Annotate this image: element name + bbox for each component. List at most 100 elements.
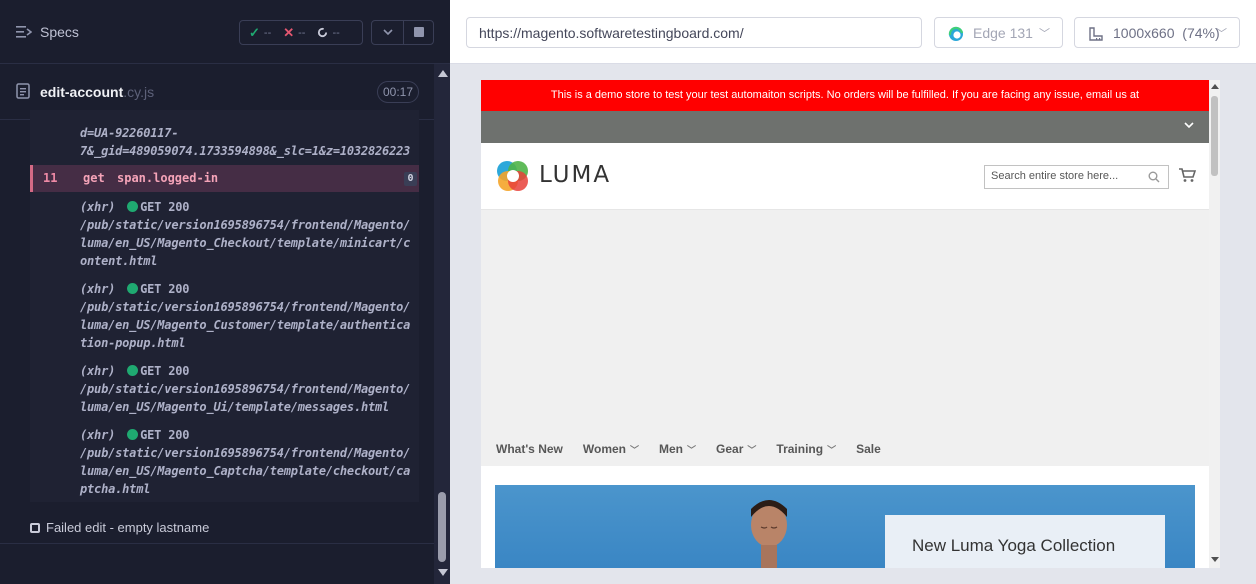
scroll-thumb[interactable]: [438, 492, 446, 562]
xhr-url-line: luma/en_US/Magento_Captcha/template/chec…: [80, 464, 411, 478]
promo-card: New Luma Yoga Collection: [885, 515, 1165, 568]
test-item-failed-edit[interactable]: Failed edit - empty lastname: [30, 520, 209, 535]
aut-panel: https://magento.softwaretestingboard.com…: [450, 0, 1256, 584]
scroll-up-icon[interactable]: [1211, 84, 1219, 89]
pending-count: --: [332, 26, 340, 39]
scroll-down-icon[interactable]: [438, 569, 448, 576]
run-controls: [371, 20, 434, 45]
aut-header: https://magento.softwaretestingboard.com…: [450, 0, 1256, 64]
xhr-entry[interactable]: (xhr) GET 200: [80, 364, 190, 378]
command-number: 11: [43, 171, 58, 185]
chevron-down-icon[interactable]: [1183, 119, 1195, 131]
model-photo: [751, 500, 787, 568]
file-icon: [16, 83, 30, 99]
chevron-down-icon: ﹀: [687, 445, 697, 455]
xhr-tag: (xhr): [80, 364, 116, 378]
check-icon: ✓: [249, 24, 260, 40]
status-dot-icon: [127, 283, 139, 294]
xhr-url-line: luma/en_US/Magento_Customer/template/aut…: [80, 318, 411, 332]
xhr-url-line: /pub/static/version1695896754/frontend/M…: [80, 218, 411, 232]
xhr-url-line: luma/en_US/Magento_Checkout/template/min…: [80, 236, 411, 250]
demo-notice-banner: This is a demo store to test your test a…: [481, 80, 1209, 132]
ruler-icon: [1089, 27, 1103, 41]
divider: [403, 21, 404, 44]
test-stats: ✓ -- ✕ -- --: [239, 20, 363, 45]
xhr-method: GET 200: [140, 364, 190, 378]
xhr-url-line: tion-popup.html: [80, 336, 186, 350]
xhr-tag: (xhr): [80, 282, 116, 296]
xhr-url-line: /pub/static/version1695896754/frontend/M…: [80, 382, 411, 396]
xhr-entry[interactable]: (xhr) GET 200: [80, 200, 190, 214]
passed-stat: ✓ --: [249, 25, 271, 41]
pending-icon: [318, 27, 328, 38]
runner-panel: Specs ✓ -- ✕ -- -- edit-account.cy.js 00…: [0, 0, 450, 584]
xhr-method: GET 200: [140, 428, 190, 442]
scroll-down-icon[interactable]: [1211, 557, 1219, 562]
xhr-tag: (xhr): [80, 428, 116, 442]
panel-header-bar: [481, 111, 1209, 143]
status-dot-icon: [127, 201, 139, 212]
store-search-input[interactable]: Search entire store here...: [984, 165, 1169, 189]
search-icon[interactable]: [1148, 171, 1160, 183]
cart-icon[interactable]: [1178, 167, 1196, 183]
browser-selector[interactable]: Edge 131 ﹀: [934, 17, 1063, 48]
test-title: Failed edit - empty lastname: [46, 520, 210, 535]
command-row-get[interactable]: 11 get span.logged-in 0: [30, 165, 419, 192]
viewport-size: 1000x660: [1113, 25, 1175, 41]
command-log: d=UA-92260117- 7&_gid=489059074.17335948…: [30, 110, 419, 502]
nav-item-whats-new[interactable]: What's New: [496, 442, 563, 456]
chevron-down-icon: ﹀: [1039, 28, 1050, 40]
xhr-entry[interactable]: (xhr) GET 200: [80, 282, 190, 296]
xhr-url-line: /pub/static/version1695896754/frontend/M…: [80, 300, 411, 314]
specs-label[interactable]: Specs: [40, 24, 79, 40]
viewport-selector[interactable]: 1000x660 (74%) ﹀: [1074, 17, 1240, 48]
nav-item-women[interactable]: Women ﹀: [583, 442, 639, 456]
command-name: get: [83, 171, 105, 185]
status-dot-icon: [127, 429, 139, 440]
specs-list-icon[interactable]: [16, 25, 32, 39]
log-line: 7&_gid=489059074.1733594898&_slc=1&z=103…: [80, 144, 411, 158]
scroll-up-icon[interactable]: [438, 70, 448, 77]
spec-name: edit-account: [40, 84, 124, 100]
app-under-test-frame: This is a demo store to test your test a…: [481, 80, 1220, 568]
spec-timer: 00:17: [377, 81, 419, 103]
xhr-entry[interactable]: (xhr) GET 200: [80, 428, 190, 442]
store-header: LUMA Search entire store here...: [481, 143, 1209, 210]
chevron-down-icon: ﹀: [1216, 28, 1227, 40]
edge-browser-icon: [948, 26, 964, 41]
luma-logo-icon[interactable]: [496, 159, 530, 193]
promo-banner[interactable]: New Luma Yoga Collection: [495, 485, 1195, 568]
command-selector: span.logged-in: [117, 171, 219, 185]
browser-name: Edge 131: [973, 25, 1033, 41]
aut-scrollbar[interactable]: [1209, 80, 1220, 568]
nav-item-training[interactable]: Training ﹀: [776, 442, 836, 456]
runner-header: Specs ✓ -- ✕ -- --: [0, 0, 450, 64]
nav-item-men[interactable]: Men ﹀: [659, 442, 696, 456]
scroll-thumb[interactable]: [1211, 96, 1218, 176]
stop-button[interactable]: [414, 27, 424, 37]
spec-title[interactable]: edit-account.cy.js: [40, 84, 154, 100]
failed-count: --: [298, 26, 306, 39]
xhr-url-line: ptcha.html: [80, 482, 151, 496]
passed-count: --: [263, 26, 272, 39]
test-status-icon: [30, 523, 40, 533]
xhr-method: GET 200: [140, 282, 190, 296]
element-count-badge: 0: [404, 172, 417, 186]
xhr-url-line: luma/en_US/Magento_Ui/template/messages.…: [80, 400, 390, 414]
nav-item-gear[interactable]: Gear ﹀: [716, 442, 756, 456]
nav-item-sale[interactable]: Sale: [856, 442, 881, 456]
log-line: d=UA-92260117-: [80, 126, 179, 140]
status-dot-icon: [127, 365, 139, 376]
xhr-url-line: ontent.html: [80, 254, 158, 268]
chevron-down-icon: ﹀: [630, 445, 640, 455]
url-field[interactable]: https://magento.softwaretestingboard.com…: [466, 17, 922, 48]
command-log-scrollbar[interactable]: [434, 64, 450, 584]
logo-text[interactable]: LUMA: [539, 162, 611, 188]
hero-placeholder: [481, 210, 1209, 466]
nav-label: Men: [659, 442, 684, 456]
spec-extension: .cy.js: [123, 84, 155, 100]
nav-label: What's New: [496, 442, 563, 456]
zoom-level: (74%): [1182, 25, 1220, 41]
chevron-down-icon[interactable]: [382, 26, 394, 38]
category-nav: What's New Women ﹀ Men ﹀ Gear ﹀ Training ﹀ S…: [496, 442, 901, 456]
